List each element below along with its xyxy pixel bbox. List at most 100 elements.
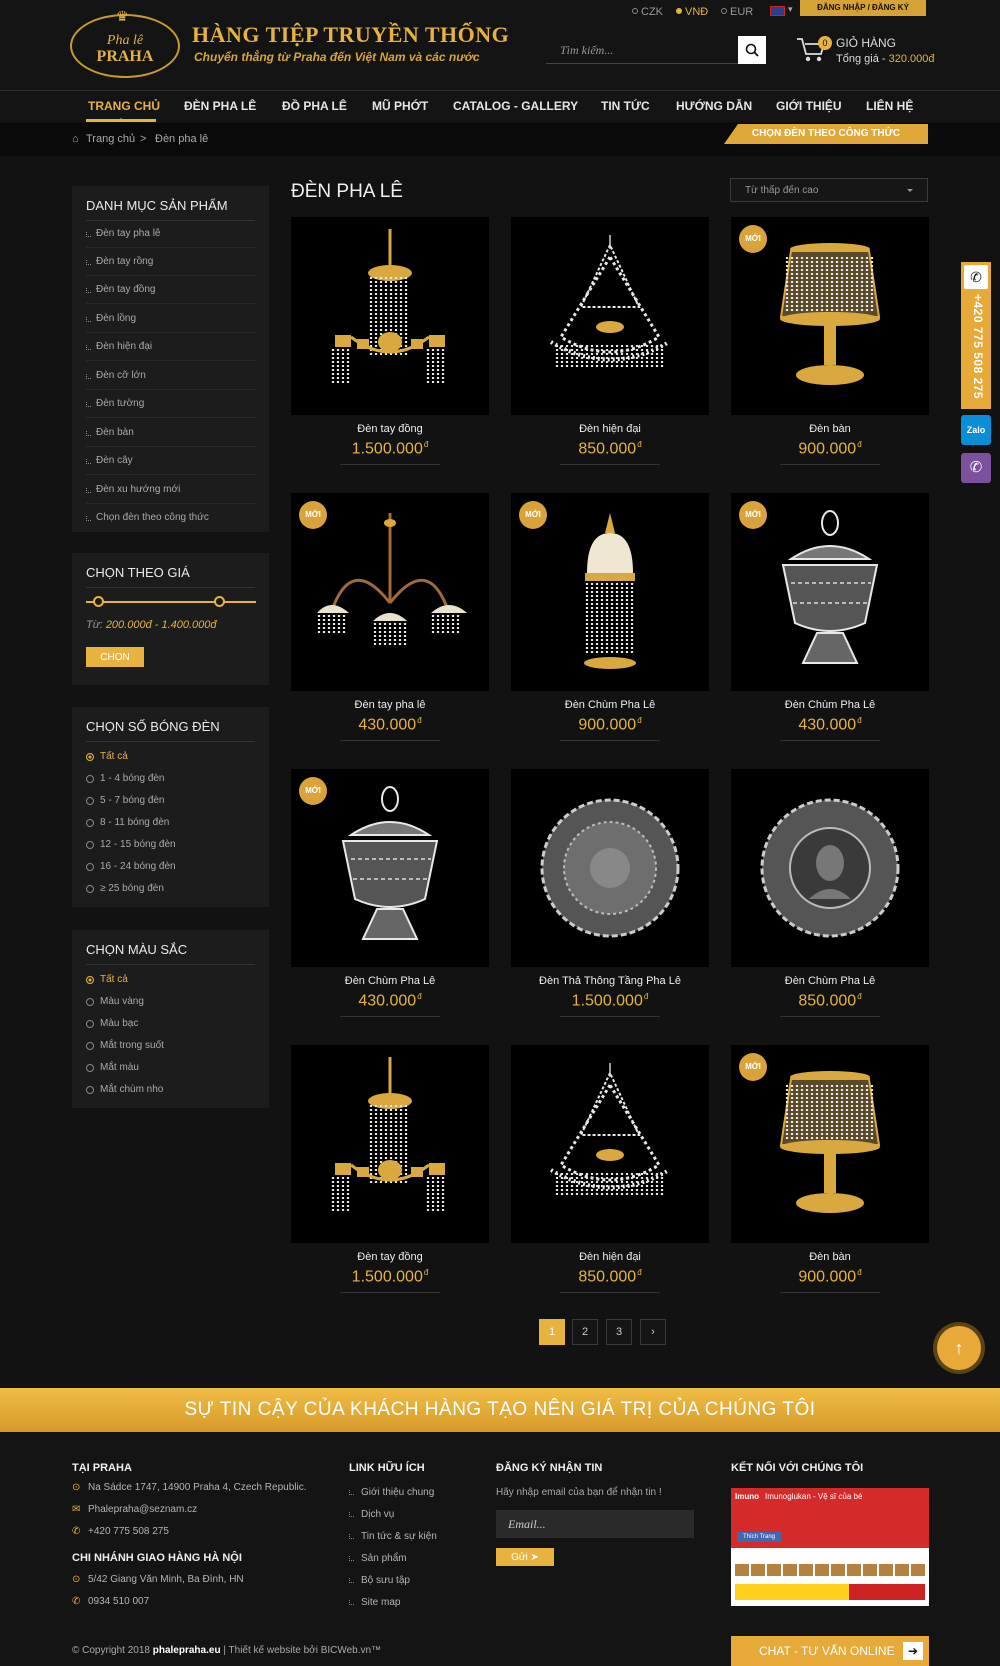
product-image[interactable]: MỚI <box>511 493 709 691</box>
bulb-option[interactable]: 12 - 15 bóng đèn <box>86 839 176 850</box>
category-item[interactable]: Đèn xu hướng mới <box>86 476 256 504</box>
product-image[interactable] <box>511 1045 709 1243</box>
category-item[interactable]: Đèn tay đồng <box>86 276 256 304</box>
color-option[interactable]: Màu bạc <box>86 1018 138 1029</box>
product-image[interactable] <box>511 769 709 967</box>
footer-link[interactable]: Site map <box>349 1597 400 1608</box>
logo[interactable]: ♛ Pha lê PRAHA <box>70 8 180 78</box>
product-image[interactable]: MỚI <box>291 493 489 691</box>
footer-link[interactable]: Sản phẩm <box>349 1553 407 1564</box>
category-item[interactable]: Đèn tay rồng <box>86 248 256 276</box>
price-filter-button[interactable]: CHỌN <box>86 647 144 667</box>
nav-item-guide[interactable]: HƯỚNG DẪN <box>676 99 752 113</box>
chevron-down-icon[interactable]: ▾ <box>788 4 793 15</box>
breadcrumb-home[interactable]: Trang chủ <box>86 133 135 145</box>
nav-item-felt-hats[interactable]: MŨ PHỚT <box>372 99 428 113</box>
nav-item-home[interactable]: TRANG CHỦ <box>88 99 160 113</box>
product-card[interactable]: MỚI Đèn Chùm Pha Lê 430.000đ <box>731 493 929 742</box>
category-item[interactable]: Đèn tay pha lê <box>86 220 256 248</box>
footer-link[interactable]: Tin tức & sự kiện <box>349 1531 437 1542</box>
product-name[interactable]: Đèn hiện đại <box>511 423 709 437</box>
footer-praha-phone[interactable]: ✆ +420 775 508 275 <box>72 1526 169 1537</box>
bulb-option[interactable]: 5 - 7 bóng đèn <box>86 795 165 806</box>
price-slider[interactable] <box>86 596 256 607</box>
product-card[interactable]: Đèn Chùm Pha Lê 850.000đ <box>731 769 929 1018</box>
nav-item-catalog[interactable]: CATALOG - GALLERY <box>453 99 578 113</box>
category-item[interactable]: Đèn tường <box>86 390 256 418</box>
bulb-option[interactable]: 1 - 4 bóng đèn <box>86 773 165 784</box>
page-button-1[interactable]: 1 <box>539 1319 565 1345</box>
footer-link[interactable]: Bộ sưu tập <box>349 1575 410 1586</box>
nav-item-crystal-ware[interactable]: ĐỒ PHA LÊ <box>282 99 347 113</box>
product-card[interactable]: MỚI Đèn Chùm Pha Lê 900.000đ <box>511 493 709 742</box>
price-min-handle[interactable] <box>92 596 104 607</box>
product-name[interactable]: Đèn Chùm Pha Lê <box>291 975 489 989</box>
currency-eur[interactable]: EUR <box>721 6 753 18</box>
home-icon[interactable]: ⌂ <box>72 133 79 145</box>
bulb-option[interactable]: 8 - 11 bóng đèn <box>86 817 169 828</box>
cart-title[interactable]: GIỎ HÀNG <box>836 36 896 50</box>
category-item[interactable]: Đèn lồng <box>86 305 256 333</box>
uk-flag-icon[interactable] <box>770 6 785 16</box>
product-image[interactable] <box>291 1045 489 1243</box>
color-option[interactable]: Mắt trong suốt <box>86 1040 164 1051</box>
color-option[interactable]: Mắt chùm nho <box>86 1084 163 1095</box>
product-card[interactable]: MỚI Đèn bàn 900.000đ <box>731 217 929 466</box>
color-option[interactable]: Màu vàng <box>86 996 144 1007</box>
viber-button[interactable]: ✆ <box>961 453 991 483</box>
facebook-page-widget[interactable]: Imuno Imunoglukan - Vệ sĩ của bé Thích T… <box>731 1488 929 1606</box>
next-page-button[interactable]: › <box>640 1319 666 1345</box>
nav-item-crystal-lamps[interactable]: ĐÈN PHA LÊ <box>184 99 256 113</box>
bulb-option[interactable]: Tất cả <box>86 751 128 762</box>
product-image[interactable]: MỚI <box>291 769 489 967</box>
page-button-2[interactable]: 2 <box>572 1319 598 1345</box>
phone-float[interactable]: ✆ +420 775 508 275 <box>961 262 991 409</box>
category-item[interactable]: Đèn cỡ lớn <box>86 362 256 390</box>
bulb-option[interactable]: ≥ 25 bóng đèn <box>86 883 164 894</box>
product-image[interactable]: MỚI <box>731 493 929 691</box>
product-name[interactable]: Đèn tay pha lê <box>291 699 489 713</box>
product-card[interactable]: Đèn hiện đại 850.000đ <box>511 1045 709 1294</box>
product-image[interactable]: MỚI <box>731 217 929 415</box>
product-name[interactable]: Đèn hiện đại <box>511 1251 709 1265</box>
product-image[interactable]: MỚI <box>731 1045 929 1243</box>
color-option[interactable]: Mắt màu <box>86 1062 139 1073</box>
product-image[interactable] <box>511 217 709 415</box>
nav-item-contact[interactable]: LIÊN HỆ <box>866 99 913 113</box>
footer-hanoi-phone[interactable]: ✆ 0934 510 007 <box>72 1596 149 1607</box>
page-button-3[interactable]: 3 <box>606 1319 632 1345</box>
footer-link[interactable]: Dịch vụ <box>349 1509 394 1520</box>
product-image[interactable] <box>731 769 929 967</box>
category-item[interactable]: Đèn hiện đại <box>86 333 256 361</box>
login-register-link[interactable]: ĐĂNG NHẬP / ĐĂNG KÝ <box>800 0 926 16</box>
chat-online-button[interactable]: CHAT - TƯ VẤN ONLINE ➔ <box>731 1636 929 1666</box>
product-card[interactable]: Đèn hiện đại 850.000đ <box>511 217 709 466</box>
product-name[interactable]: Đèn Thả Thông Tầng Pha Lê <box>511 975 709 989</box>
color-option[interactable]: Tất cả <box>86 974 128 985</box>
product-name[interactable]: Đèn bàn <box>731 423 929 437</box>
product-image[interactable] <box>291 217 489 415</box>
product-name[interactable]: Đèn Chùm Pha Lê <box>731 975 929 989</box>
newsletter-email-input[interactable] <box>496 1510 694 1538</box>
product-name[interactable]: Đèn Chùm Pha Lê <box>731 699 929 713</box>
zalo-button[interactable]: Zalo <box>961 415 991 445</box>
product-card[interactable]: MỚI Đèn Chùm Pha Lê 430.000đ <box>291 769 489 1018</box>
category-item[interactable]: Đèn cây <box>86 447 256 475</box>
product-name[interactable]: Đèn bàn <box>731 1251 929 1265</box>
search-button[interactable] <box>738 36 766 64</box>
footer-praha-email[interactable]: ✉ Phalepraha@seznam.cz <box>72 1504 197 1515</box>
category-item[interactable]: Đèn bàn <box>86 419 256 447</box>
price-max-handle[interactable] <box>213 596 225 607</box>
newsletter-send-button[interactable]: Gửi ➤ <box>496 1548 554 1566</box>
category-item[interactable]: Chọn đèn theo công thức <box>86 504 256 532</box>
product-name[interactable]: Đèn tay đồng <box>291 423 489 437</box>
product-card[interactable]: Đèn tay đồng 1.500.000đ <box>291 1045 489 1294</box>
choose-by-formula-tab[interactable]: CHỌN ĐÈN THEO CÔNG THỨC <box>724 124 928 144</box>
search-input[interactable] <box>546 36 736 64</box>
product-name[interactable]: Đèn Chùm Pha Lê <box>511 699 709 713</box>
currency-vnd[interactable]: VNĐ <box>676 6 708 18</box>
copyright-site-link[interactable]: phalepraha.eu <box>153 1645 221 1656</box>
product-card[interactable]: Đèn tay đồng 1.500.000đ <box>291 217 489 466</box>
facebook-like-button[interactable]: Thích Trang <box>737 1532 781 1542</box>
product-name[interactable]: Đèn tay đồng <box>291 1251 489 1265</box>
